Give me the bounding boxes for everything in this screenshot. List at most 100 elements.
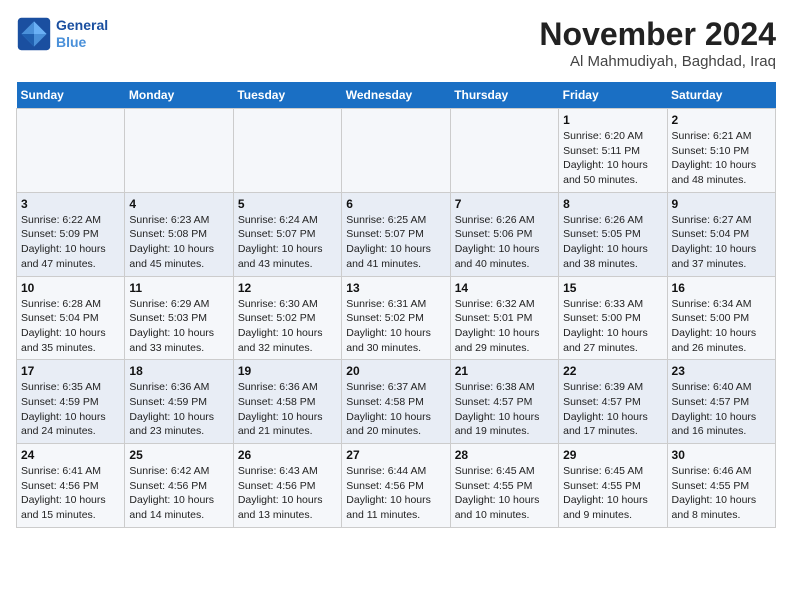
day-number: 7 — [455, 197, 554, 211]
calendar-cell: 10 Sunrise: 6:28 AM Sunset: 5:04 PM Dayli… — [17, 276, 125, 360]
calendar-cell: 1 Sunrise: 6:20 AM Sunset: 5:11 PM Daylig… — [559, 109, 667, 193]
calendar-cell: 23 Sunrise: 6:40 AM Sunset: 4:57 PM Dayli… — [667, 360, 775, 444]
day-number: 15 — [563, 281, 662, 295]
weekday-header: Wednesday — [342, 82, 450, 109]
day-number: 30 — [672, 448, 771, 462]
calendar-cell — [17, 109, 125, 193]
calendar-week-row: 1 Sunrise: 6:20 AM Sunset: 5:11 PM Daylig… — [17, 109, 776, 193]
day-info: Sunrise: 6:40 AM Sunset: 4:57 PM Dayligh… — [672, 380, 771, 439]
calendar-cell: 3Sunrise: 6:22 AM Sunset: 5:09 PM Daylig… — [17, 192, 125, 276]
day-number: 9 — [672, 197, 771, 211]
logo-icon — [16, 16, 52, 52]
day-number: 23 — [672, 364, 771, 378]
day-number: 6 — [346, 197, 445, 211]
day-info: Sunrise: 6:27 AM Sunset: 5:04 PM Dayligh… — [672, 213, 771, 272]
calendar-cell: 26Sunrise: 6:43 AM Sunset: 4:56 PM Dayli… — [233, 444, 341, 528]
day-number: 8 — [563, 197, 662, 211]
day-info: Sunrise: 6:29 AM Sunset: 5:03 PM Dayligh… — [129, 297, 228, 356]
logo: General Blue — [16, 16, 108, 52]
calendar-cell: 15Sunrise: 6:33 AM Sunset: 5:00 PM Dayli… — [559, 276, 667, 360]
calendar-week-row: 24 Sunrise: 6:41 AM Sunset: 4:56 PM Dayli… — [17, 444, 776, 528]
calendar-cell — [233, 109, 341, 193]
weekday-header-row: SundayMondayTuesdayWednesdayThursdayFrid… — [17, 82, 776, 109]
day-info: Sunrise: 6:36 AM Sunset: 4:58 PM Dayligh… — [238, 380, 337, 439]
calendar-week-row: 17 Sunrise: 6:35 AM Sunset: 4:59 PM Dayli… — [17, 360, 776, 444]
day-info: Sunrise: 6:32 AM Sunset: 5:01 PM Dayligh… — [455, 297, 554, 356]
calendar-cell: 4 Sunrise: 6:23 AM Sunset: 5:08 PM Daylig… — [125, 192, 233, 276]
calendar-cell: 24 Sunrise: 6:41 AM Sunset: 4:56 PM Dayli… — [17, 444, 125, 528]
day-info: Sunrise: 6:26 AM Sunset: 5:05 PM Dayligh… — [563, 213, 662, 272]
day-number: 28 — [455, 448, 554, 462]
day-number: 21 — [455, 364, 554, 378]
day-number: 20 — [346, 364, 445, 378]
calendar-cell: 19Sunrise: 6:36 AM Sunset: 4:58 PM Dayli… — [233, 360, 341, 444]
day-info: Sunrise: 6:46 AM Sunset: 4:55 PM Dayligh… — [672, 464, 771, 523]
day-number: 25 — [129, 448, 228, 462]
calendar-cell — [342, 109, 450, 193]
calendar-cell: 6 Sunrise: 6:25 AM Sunset: 5:07 PM Daylig… — [342, 192, 450, 276]
calendar-cell — [125, 109, 233, 193]
day-number: 2 — [672, 113, 771, 127]
calendar-cell: 30 Sunrise: 6:46 AM Sunset: 4:55 PM Dayli… — [667, 444, 775, 528]
calendar-cell: 22Sunrise: 6:39 AM Sunset: 4:57 PM Dayli… — [559, 360, 667, 444]
day-number: 24 — [21, 448, 120, 462]
weekday-header: Friday — [559, 82, 667, 109]
calendar-cell: 25 Sunrise: 6:42 AM Sunset: 4:56 PM Dayli… — [125, 444, 233, 528]
day-info: Sunrise: 6:37 AM Sunset: 4:58 PM Dayligh… — [346, 380, 445, 439]
day-number: 14 — [455, 281, 554, 295]
calendar-cell: 21 Sunrise: 6:38 AM Sunset: 4:57 PM Dayli… — [450, 360, 558, 444]
calendar-week-row: 10 Sunrise: 6:28 AM Sunset: 5:04 PM Dayli… — [17, 276, 776, 360]
calendar-cell: 16 Sunrise: 6:34 AM Sunset: 5:00 PM Dayli… — [667, 276, 775, 360]
calendar-cell: 29 Sunrise: 6:45 AM Sunset: 4:55 PM Dayli… — [559, 444, 667, 528]
calendar-cell: 20 Sunrise: 6:37 AM Sunset: 4:58 PM Dayli… — [342, 360, 450, 444]
calendar-cell — [450, 109, 558, 193]
calendar-cell: 12 Sunrise: 6:30 AM Sunset: 5:02 PM Dayli… — [233, 276, 341, 360]
day-info: Sunrise: 6:31 AM Sunset: 5:02 PM Dayligh… — [346, 297, 445, 356]
day-info: Sunrise: 6:20 AM Sunset: 5:11 PM Dayligh… — [563, 129, 662, 188]
day-number: 17 — [21, 364, 120, 378]
calendar-cell: 13 Sunrise: 6:31 AM Sunset: 5:02 PM Dayli… — [342, 276, 450, 360]
day-info: Sunrise: 6:28 AM Sunset: 5:04 PM Dayligh… — [21, 297, 120, 356]
day-info: Sunrise: 6:45 AM Sunset: 4:55 PM Dayligh… — [563, 464, 662, 523]
calendar-table: SundayMondayTuesdayWednesdayThursdayFrid… — [16, 82, 776, 528]
calendar-cell: 18Sunrise: 6:36 AM Sunset: 4:59 PM Dayli… — [125, 360, 233, 444]
weekday-header: Tuesday — [233, 82, 341, 109]
weekday-header: Sunday — [17, 82, 125, 109]
calendar-cell: 17 Sunrise: 6:35 AM Sunset: 4:59 PM Dayli… — [17, 360, 125, 444]
day-number: 13 — [346, 281, 445, 295]
day-info: Sunrise: 6:24 AM Sunset: 5:07 PM Dayligh… — [238, 213, 337, 272]
day-info: Sunrise: 6:43 AM Sunset: 4:56 PM Dayligh… — [238, 464, 337, 523]
calendar-cell: 9 Sunrise: 6:27 AM Sunset: 5:04 PM Daylig… — [667, 192, 775, 276]
day-number: 27 — [346, 448, 445, 462]
day-info: Sunrise: 6:23 AM Sunset: 5:08 PM Dayligh… — [129, 213, 228, 272]
day-number: 1 — [563, 113, 662, 127]
day-info: Sunrise: 6:42 AM Sunset: 4:56 PM Dayligh… — [129, 464, 228, 523]
day-info: Sunrise: 6:30 AM Sunset: 5:02 PM Dayligh… — [238, 297, 337, 356]
day-number: 4 — [129, 197, 228, 211]
day-info: Sunrise: 6:38 AM Sunset: 4:57 PM Dayligh… — [455, 380, 554, 439]
calendar-cell: 28 Sunrise: 6:45 AM Sunset: 4:55 PM Dayli… — [450, 444, 558, 528]
day-info: Sunrise: 6:25 AM Sunset: 5:07 PM Dayligh… — [346, 213, 445, 272]
day-info: Sunrise: 6:35 AM Sunset: 4:59 PM Dayligh… — [21, 380, 120, 439]
day-number: 12 — [238, 281, 337, 295]
day-info: Sunrise: 6:41 AM Sunset: 4:56 PM Dayligh… — [21, 464, 120, 523]
day-info: Sunrise: 6:34 AM Sunset: 5:00 PM Dayligh… — [672, 297, 771, 356]
calendar-cell: 8 Sunrise: 6:26 AM Sunset: 5:05 PM Daylig… — [559, 192, 667, 276]
calendar-cell: 5 Sunrise: 6:24 AM Sunset: 5:07 PM Daylig… — [233, 192, 341, 276]
day-number: 10 — [21, 281, 120, 295]
day-info: Sunrise: 6:45 AM Sunset: 4:55 PM Dayligh… — [455, 464, 554, 523]
day-number: 16 — [672, 281, 771, 295]
calendar-cell: 2Sunrise: 6:21 AM Sunset: 5:10 PM Daylig… — [667, 109, 775, 193]
title-block: November 2024 Al Mahmudiyah, Baghdad, Ir… — [539, 16, 776, 70]
calendar-cell: 7 Sunrise: 6:26 AM Sunset: 5:06 PM Daylig… — [450, 192, 558, 276]
logo-text: General Blue — [56, 17, 108, 51]
day-number: 29 — [563, 448, 662, 462]
day-info: Sunrise: 6:26 AM Sunset: 5:06 PM Dayligh… — [455, 213, 554, 272]
calendar-week-row: 3Sunrise: 6:22 AM Sunset: 5:09 PM Daylig… — [17, 192, 776, 276]
page-header: General Blue November 2024 Al Mahmudiyah… — [16, 16, 776, 70]
calendar-cell: 27 Sunrise: 6:44 AM Sunset: 4:56 PM Dayli… — [342, 444, 450, 528]
day-number: 11 — [129, 281, 228, 295]
day-number: 5 — [238, 197, 337, 211]
day-info: Sunrise: 6:39 AM Sunset: 4:57 PM Dayligh… — [563, 380, 662, 439]
day-info: Sunrise: 6:44 AM Sunset: 4:56 PM Dayligh… — [346, 464, 445, 523]
